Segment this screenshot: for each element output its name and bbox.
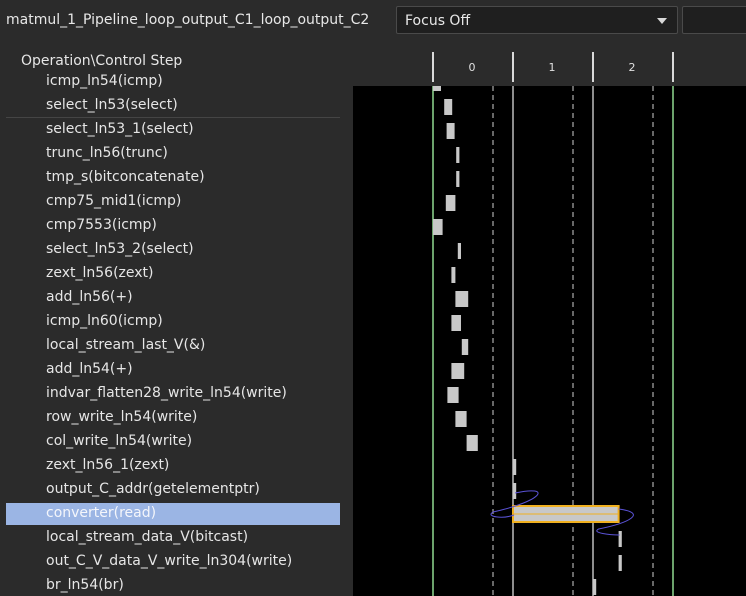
operation-row[interactable]: select_ln53_2(select) xyxy=(6,239,340,261)
step-label-1: 1 xyxy=(548,61,556,74)
operation-row[interactable]: out_C_V_data_V_write_ln304(write) xyxy=(6,551,340,573)
op-bar xyxy=(451,267,456,283)
operation-row[interactable]: zext_ln56_1(zext) xyxy=(6,455,340,477)
op-bar xyxy=(445,195,456,211)
operation-label: converter(read) xyxy=(46,505,157,521)
operation-label: trunc_ln56(trunc) xyxy=(46,145,168,161)
operation-row[interactable]: col_write_ln54(write) xyxy=(6,431,340,453)
operation-row[interactable]: trunc_ln56(trunc) xyxy=(6,143,340,165)
schedule-svg xyxy=(432,86,674,596)
operation-row[interactable]: select_ln53_1(select) xyxy=(6,119,340,141)
op-bar xyxy=(451,363,465,379)
operation-row[interactable]: icmp_ln54(icmp) xyxy=(6,74,340,93)
step-label-0: 0 xyxy=(468,61,476,74)
operation-label: zext_ln56_1(zext) xyxy=(46,457,170,473)
operation-label: indvar_flatten28_write_ln54(write) xyxy=(46,385,287,401)
operation-row[interactable]: select_ln53(select) xyxy=(6,95,340,117)
op-bar xyxy=(466,435,478,451)
step-tick xyxy=(432,52,434,82)
op-bar xyxy=(461,339,469,355)
op-bar xyxy=(433,219,443,235)
focus-dropdown-value: Focus Off xyxy=(405,13,471,29)
op-bar xyxy=(433,86,441,91)
operation-label: icmp_ln54(icmp) xyxy=(46,74,163,89)
operation-row[interactable]: add_ln54(+) xyxy=(6,359,340,381)
toolbar-field[interactable] xyxy=(682,6,746,34)
op-bar xyxy=(455,291,469,307)
operation-row[interactable]: output_C_addr(getelementptr) xyxy=(6,479,340,501)
operation-label: select_ln53_1(select) xyxy=(46,121,194,137)
op-bar xyxy=(456,171,460,187)
op-bar xyxy=(513,459,517,475)
focus-dropdown[interactable]: Focus Off xyxy=(396,6,678,34)
op-bar xyxy=(451,315,461,331)
op-bar xyxy=(618,531,622,547)
operations-column-header: Operation\Control Step xyxy=(21,53,183,69)
operation-label: output_C_addr(getelementptr) xyxy=(46,481,260,497)
operation-row[interactable]: local_stream_data_V(bitcast) xyxy=(6,527,340,549)
operation-label: select_ln53_2(select) xyxy=(46,241,194,257)
operation-label: col_write_ln54(write) xyxy=(46,433,193,449)
step-tick xyxy=(672,52,674,82)
operation-label: cmp75_mid1(icmp) xyxy=(46,193,182,209)
operation-label: icmp_ln60(icmp) xyxy=(46,313,163,329)
operation-label: local_stream_data_V(bitcast) xyxy=(46,529,249,545)
chevron-down-icon xyxy=(657,18,667,24)
op-bar xyxy=(446,123,455,139)
op-bar xyxy=(457,243,461,259)
operation-row[interactable]: tmp_s(bitconcatenate) xyxy=(6,167,340,189)
schedule-chart xyxy=(353,86,746,596)
operation-label: local_stream_last_V(&) xyxy=(46,337,206,353)
step-tick xyxy=(592,52,594,82)
step-label-2: 2 xyxy=(628,61,636,74)
operation-label: zext_ln56(zext) xyxy=(46,265,154,281)
operation-row[interactable]: local_stream_last_V(&) xyxy=(6,335,340,357)
operation-row[interactable]: cmp75_mid1(icmp) xyxy=(6,191,340,213)
operation-row[interactable]: icmp_ln60(icmp) xyxy=(6,311,340,333)
list-divider xyxy=(6,117,340,118)
operation-row[interactable]: cmp7553(icmp) xyxy=(6,215,340,237)
operation-label: row_write_ln54(write) xyxy=(46,409,198,425)
operation-row[interactable]: zext_ln56(zext) xyxy=(6,263,340,285)
operations-list: icmp_ln54(icmp) select_ln53(select)select… xyxy=(6,74,340,596)
operation-label: select_ln53(select) xyxy=(46,97,178,113)
op-bar xyxy=(447,387,459,403)
op-bar xyxy=(618,555,622,571)
operation-row[interactable]: add_ln56(+) xyxy=(6,287,340,309)
operation-row[interactable]: br_ln54(br) xyxy=(6,575,340,596)
step-tick xyxy=(512,52,514,82)
operation-label: add_ln54(+) xyxy=(46,361,133,377)
operation-label: tmp_s(bitconcatenate) xyxy=(46,169,205,185)
op-bar xyxy=(455,411,467,427)
op-bar xyxy=(593,579,597,595)
operation-row[interactable]: row_write_ln54(write) xyxy=(6,407,340,429)
pipeline-title: matmul_1_Pipeline_loop_output_C1_loop_ou… xyxy=(6,12,370,28)
dependency-arrow xyxy=(490,511,515,518)
operation-label: out_C_V_data_V_write_ln304(write) xyxy=(46,553,293,569)
top-bar: matmul_1_Pipeline_loop_output_C1_loop_ou… xyxy=(0,0,746,42)
op-bar xyxy=(456,147,460,163)
operation-row[interactable]: converter(read) xyxy=(6,503,340,525)
control-step-header: 0 1 2 xyxy=(353,44,746,86)
operation-label: cmp7553(icmp) xyxy=(46,217,157,233)
operation-label: add_ln56(+) xyxy=(46,289,133,305)
op-bar xyxy=(513,483,517,499)
operation-row[interactable]: indvar_flatten28_write_ln54(write) xyxy=(6,383,340,405)
op-bar xyxy=(444,99,453,115)
operation-label: br_ln54(br) xyxy=(46,577,124,593)
